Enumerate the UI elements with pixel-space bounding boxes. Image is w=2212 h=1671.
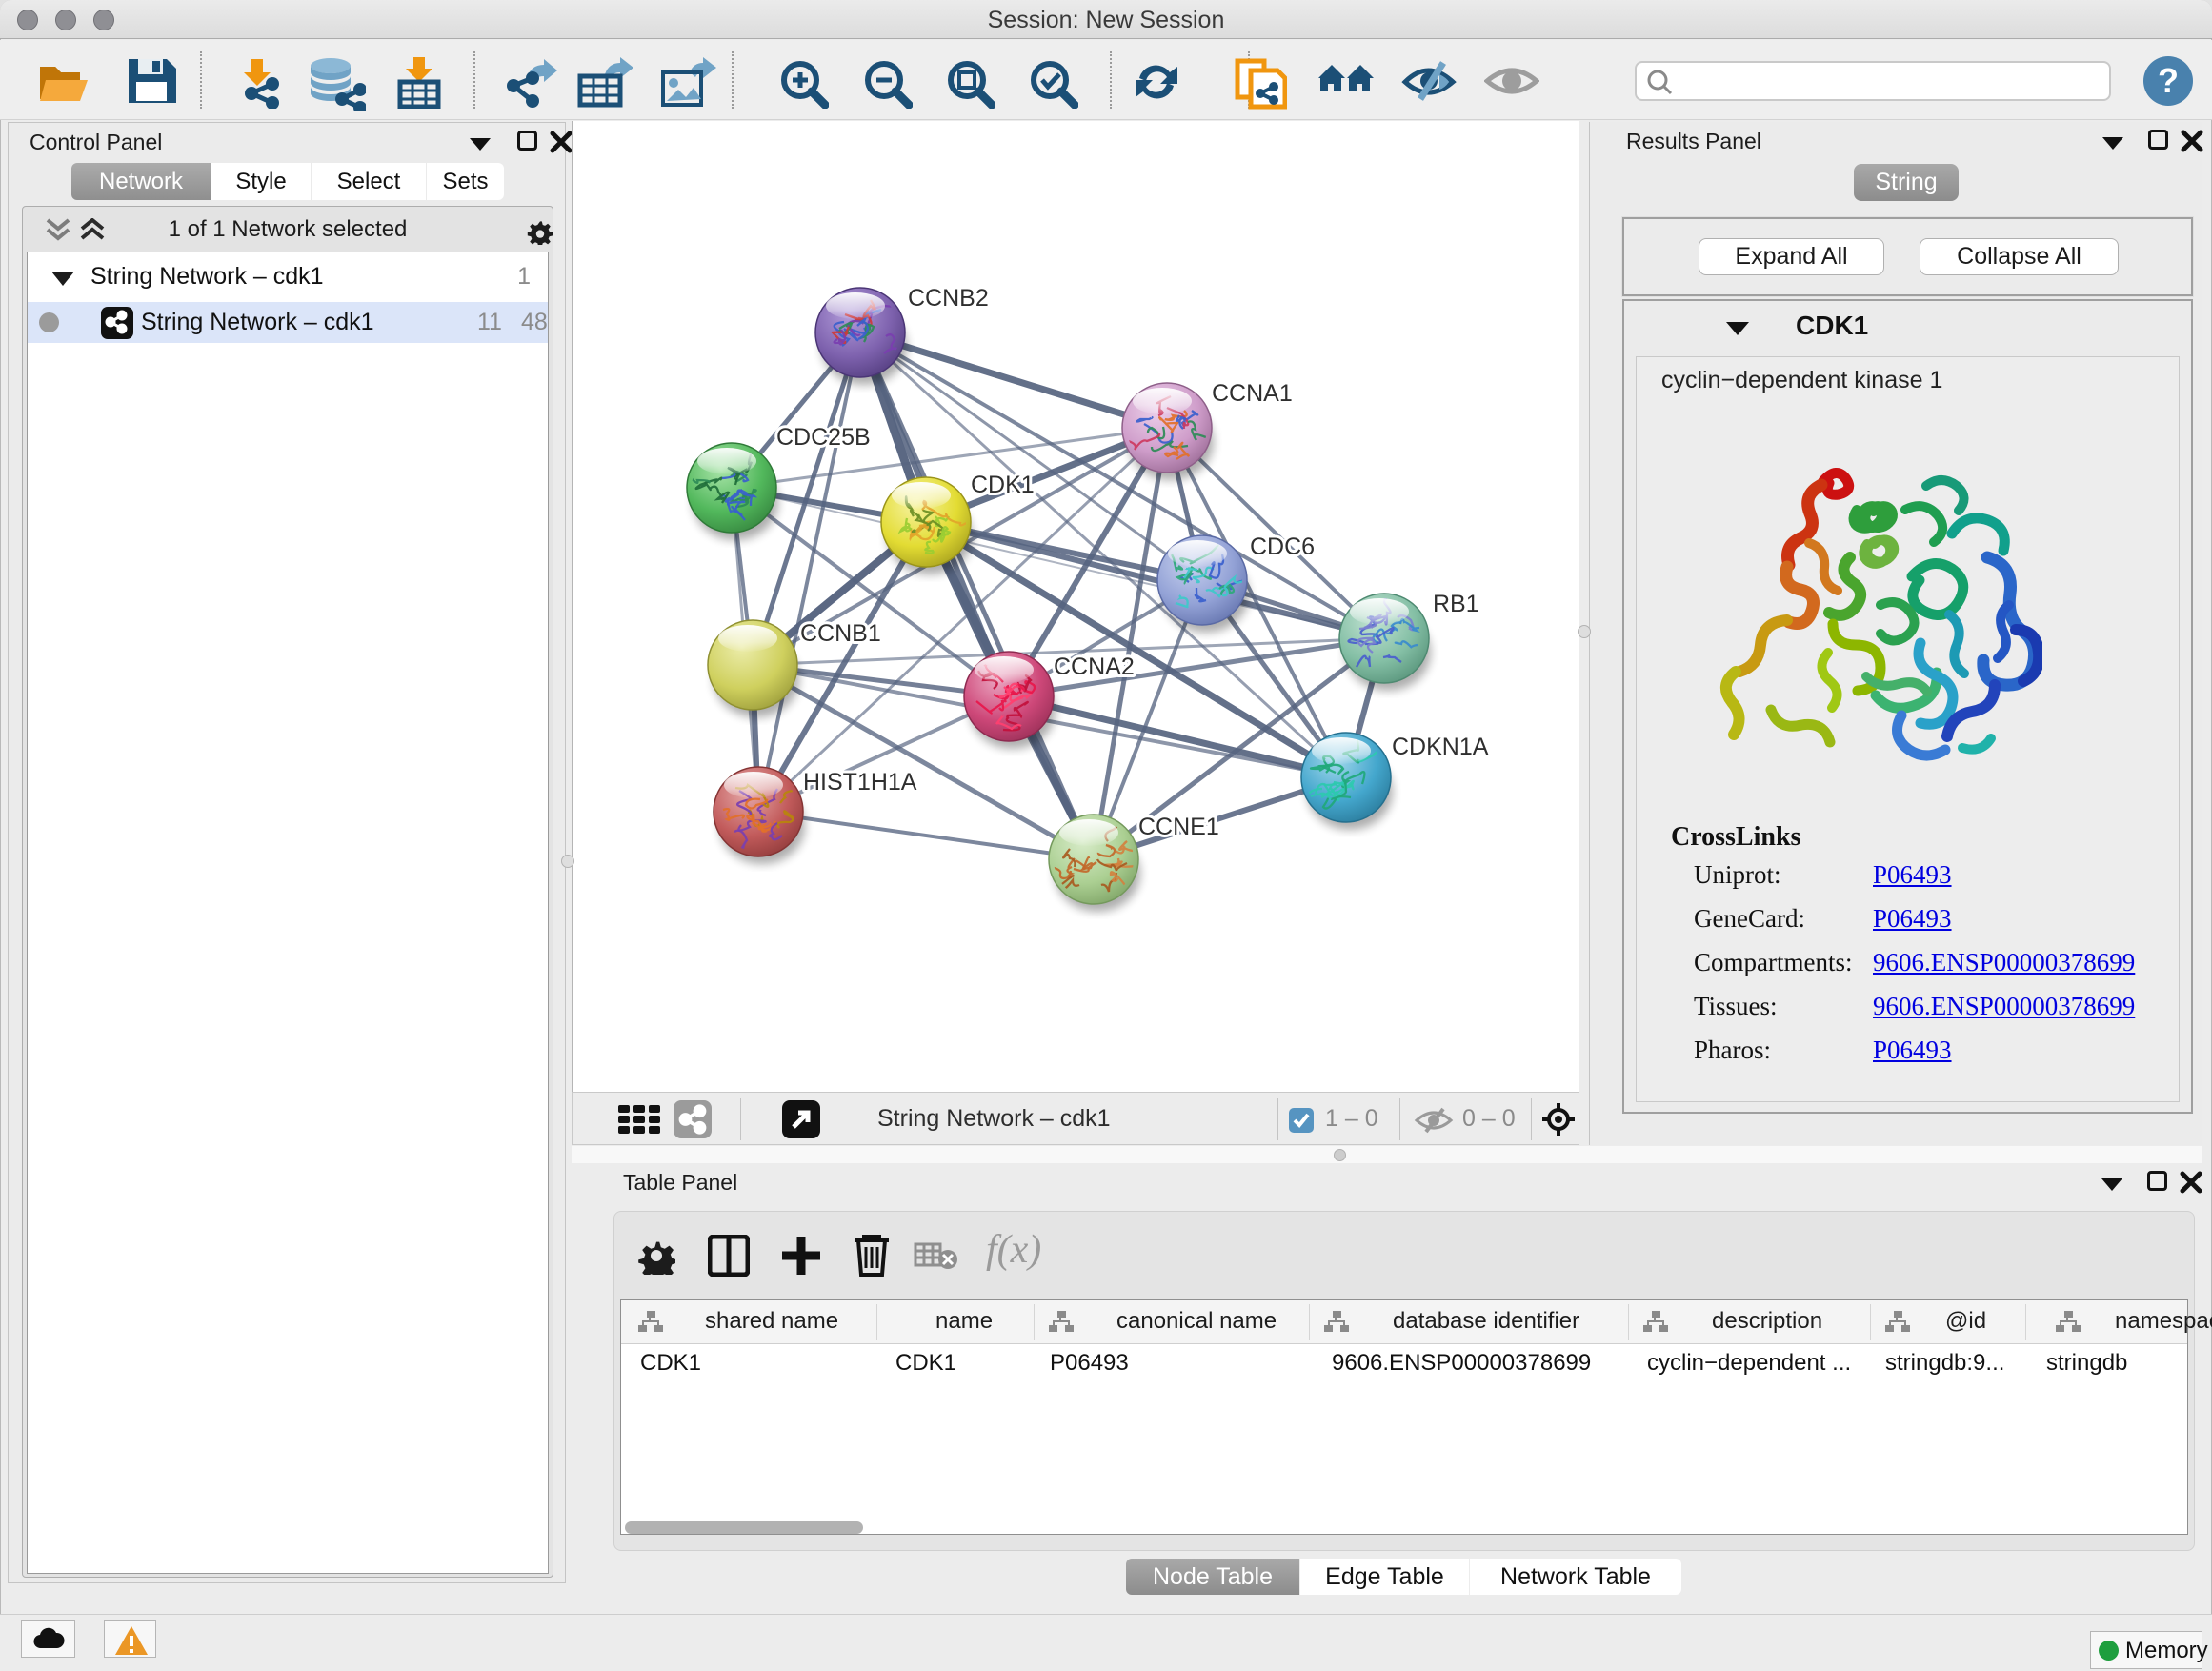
svg-text:CDK1: CDK1 (971, 472, 1035, 498)
svg-text:CCNE1: CCNE1 (1138, 814, 1219, 840)
svg-text:CDC6: CDC6 (1250, 534, 1315, 560)
svg-text:CDC25B: CDC25B (776, 424, 871, 451)
svg-text:CCNB2: CCNB2 (908, 285, 989, 312)
svg-text:HIST1H1A: HIST1H1A (803, 769, 917, 795)
svg-text:CDKN1A: CDKN1A (1392, 734, 1489, 760)
svg-text:CCNB1: CCNB1 (800, 620, 881, 647)
svg-text:?: ? (2158, 61, 2179, 100)
svg-text:RB1: RB1 (1433, 591, 1479, 617)
svg-text:CCNA2: CCNA2 (1054, 654, 1135, 680)
svg-text:CCNA1: CCNA1 (1212, 380, 1293, 407)
